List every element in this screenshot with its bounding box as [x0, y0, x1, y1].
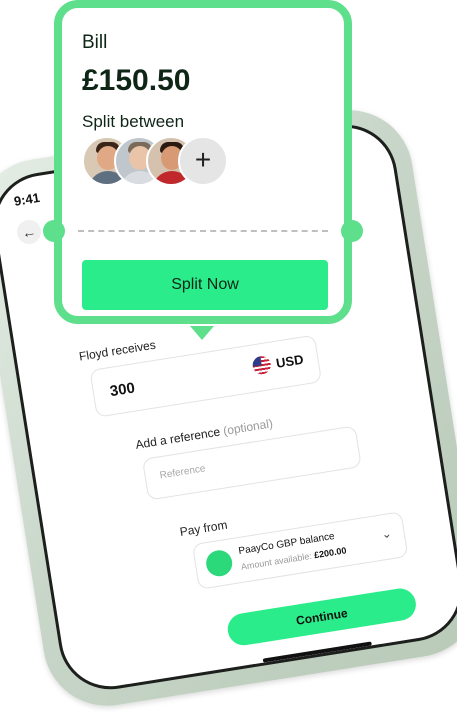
us-flag-icon [250, 354, 272, 376]
participant-avatars: + [82, 136, 282, 188]
split-between-label: Split between [82, 112, 185, 131]
dashed-divider [78, 230, 328, 232]
back-arrow-icon[interactable]: ← [15, 218, 43, 246]
add-person-icon[interactable]: + [178, 136, 228, 186]
card-notch-left [43, 220, 65, 242]
available-value: £200.00 [313, 545, 348, 561]
reference-optional: (optional) [222, 416, 274, 438]
continue-button[interactable]: Continue [225, 586, 419, 648]
card-pointer [190, 326, 214, 340]
pay-from-label: Pay from [178, 517, 229, 539]
chevron-down-icon[interactable]: ⌄ [381, 526, 393, 541]
currency-selector[interactable]: USD [250, 350, 305, 376]
reference-placeholder: Reference [158, 463, 207, 482]
currency-code: USD [274, 351, 305, 371]
amount-value: 300 [108, 379, 137, 401]
receiver-label: Floyd receives [78, 337, 157, 364]
bill-amount: £150.50 [82, 64, 191, 97]
split-now-button[interactable]: Split Now [82, 260, 328, 310]
bill-title: Bill [82, 32, 108, 53]
card-notch-right [341, 220, 363, 242]
status-time: 9:41 [12, 189, 41, 209]
paayco-logo-icon [204, 548, 235, 579]
bill-split-card: Bill £150.50 Split between + Split Now [43, 0, 363, 324]
